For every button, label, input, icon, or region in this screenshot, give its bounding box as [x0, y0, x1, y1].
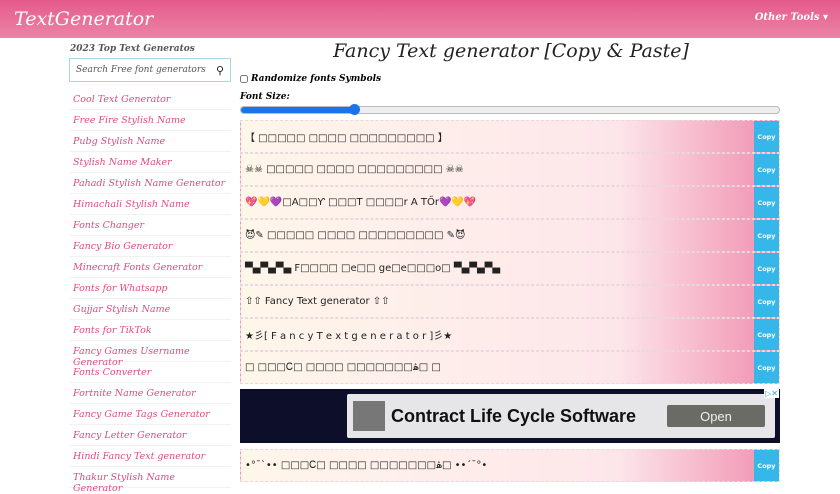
- ad-headline[interactable]: Contract Life Cycle Software: [391, 406, 667, 427]
- search-placeholder: Search Free font generators: [76, 65, 206, 75]
- fancy-text-row[interactable]: ▀▄▀▄▀▄ F□□□□ □e□□ ge□e□□□o□ ▀▄▀▄▀▄ Copy: [240, 252, 780, 285]
- slider-knob[interactable]: [348, 104, 360, 115]
- fancy-text-row[interactable]: ⇧⇧ Fancy Text generator ⇧⇧ Copy: [240, 285, 780, 318]
- page-title: Fancy Text generator [Copy & Paste]: [333, 40, 689, 62]
- copy-button[interactable]: Copy: [754, 187, 779, 218]
- fancy-text-row[interactable]: □ □□□Ꮯ□ □□□□ □□□□□□□ۿ□ □ Copy: [240, 351, 780, 384]
- header: TextGenerator Other Tools ▾: [0, 0, 840, 38]
- sidebar: 2023 Top Text Generatos Search Free font…: [69, 44, 231, 494]
- copy-button[interactable]: Copy: [754, 319, 779, 350]
- fancy-text: 💖💛💜□A□□Ƴ □□□T □□□□r A TŐr💜💛💖: [245, 197, 477, 208]
- fancy-text: ★彡[ F a n c y T e x t g e n e r a t o r …: [245, 331, 453, 342]
- sidebar-link[interactable]: Gujjar Stylish Name: [69, 299, 231, 320]
- fancy-text: ⇧⇧ Fancy Text generator ⇧⇧: [245, 296, 390, 307]
- sidebar-link[interactable]: Fancy Games Username Generator: [69, 341, 231, 368]
- copy-button[interactable]: Copy: [754, 220, 779, 251]
- copy-button[interactable]: Copy: [754, 154, 779, 185]
- ad-open-button[interactable]: Open: [667, 405, 765, 427]
- sidebar-link[interactable]: Fonts for TikTok: [69, 320, 231, 341]
- ad-choices-close-icon[interactable]: ▷✕: [764, 389, 779, 398]
- sidebar-link[interactable]: Fancy Bio Generator: [69, 236, 231, 257]
- fancy-text: 【 □□□□□ □□□□ □□□□□□□□□ 】: [245, 133, 448, 144]
- search-icon[interactable]: ⚲: [216, 64, 224, 77]
- fancy-text-row[interactable]: 💖💛💜□A□□Ƴ □□□T □□□□r A TŐr💜💛💖 Copy: [240, 186, 780, 219]
- other-tools-menu[interactable]: Other Tools ▾: [755, 12, 828, 23]
- site-logo[interactable]: TextGenerator: [14, 8, 153, 30]
- sidebar-link[interactable]: Fancy Letter Generator: [69, 425, 231, 446]
- ad-thumbnail: [353, 401, 385, 431]
- copy-button[interactable]: Copy: [754, 253, 779, 284]
- main-content: Fancy Text generator [Copy & Paste] Rand…: [240, 40, 780, 482]
- sidebar-link[interactable]: Pahadi Stylish Name Generator: [69, 173, 231, 194]
- ad-card[interactable]: Contract Life Cycle Software Open: [347, 394, 775, 438]
- sidebar-link[interactable]: Pubg Stylish Name: [69, 131, 231, 152]
- randomize-checkbox-input[interactable]: [240, 75, 248, 83]
- font-size-label: Font Size:: [240, 92, 290, 102]
- fancy-text: 😈✎ □□□□□ □□□□ □□□□□□□□□ ✎😈: [245, 230, 466, 241]
- fancy-text-row[interactable]: 【 □□□□□ □□□□ □□□□□□□□□ 】 Copy: [240, 120, 780, 153]
- fancy-text: •°¯`•• □□□Ꮯ□ □□□□ □□□□□□□ۿ□ ••´¯°•: [245, 460, 488, 471]
- randomize-checkbox[interactable]: Randomize fonts Symbols: [240, 74, 780, 84]
- sidebar-link[interactable]: Fonts for Whatsapp: [69, 278, 231, 299]
- sidebar-link[interactable]: Fancy Game Tags Generator: [69, 404, 231, 425]
- randomize-label: Randomize fonts Symbols: [251, 74, 382, 84]
- advertisement[interactable]: Contract Life Cycle Software Open ▷✕: [240, 389, 780, 443]
- sidebar-link[interactable]: Stylish Name Maker: [69, 152, 231, 173]
- sidebar-link[interactable]: Thakur Stylish Name Generator: [69, 467, 231, 494]
- copy-button[interactable]: Copy: [754, 286, 779, 317]
- sidebar-link[interactable]: Himachali Stylish Name: [69, 194, 231, 215]
- sidebar-link[interactable]: Fonts Changer: [69, 215, 231, 236]
- slider-fill: [241, 107, 354, 113]
- sidebar-link[interactable]: Fortnite Name Generator: [69, 383, 231, 404]
- fancy-text-row[interactable]: ☠☠ □□□□□ □□□□ □□□□□□□□□ ☠☠ Copy: [240, 153, 780, 186]
- sidebar-link[interactable]: Minecraft Fonts Generator: [69, 257, 231, 278]
- copy-button[interactable]: Copy: [754, 450, 779, 481]
- fancy-text-row[interactable]: •°¯`•• □□□Ꮯ□ □□□□ □□□□□□□ۿ□ ••´¯°• Copy: [240, 449, 780, 482]
- fancy-text: □ □□□Ꮯ□ □□□□ □□□□□□□ۿ□ □: [245, 362, 441, 373]
- search-input[interactable]: Search Free font generators ⚲: [69, 58, 231, 82]
- font-size-slider[interactable]: [240, 104, 780, 115]
- fancy-text: ☠☠ □□□□□ □□□□ □□□□□□□□□ ☠☠: [245, 164, 464, 175]
- fancy-text-row[interactable]: 😈✎ □□□□□ □□□□ □□□□□□□□□ ✎😈 Copy: [240, 219, 780, 252]
- sidebar-link[interactable]: Free Fire Stylish Name: [69, 110, 231, 131]
- sidebar-link[interactable]: Hindi Fancy Text generator: [69, 446, 231, 467]
- fancy-text: ▀▄▀▄▀▄ F□□□□ □e□□ ge□e□□□o□ ▀▄▀▄▀▄: [245, 263, 501, 274]
- copy-button[interactable]: Copy: [754, 352, 779, 383]
- fancy-text-row[interactable]: ★彡[ F a n c y T e x t g e n e r a t o r …: [240, 318, 780, 351]
- sidebar-link[interactable]: Cool Text Generator: [69, 89, 231, 110]
- copy-button[interactable]: Copy: [754, 121, 779, 152]
- sidebar-heading: 2023 Top Text Generatos: [70, 44, 195, 54]
